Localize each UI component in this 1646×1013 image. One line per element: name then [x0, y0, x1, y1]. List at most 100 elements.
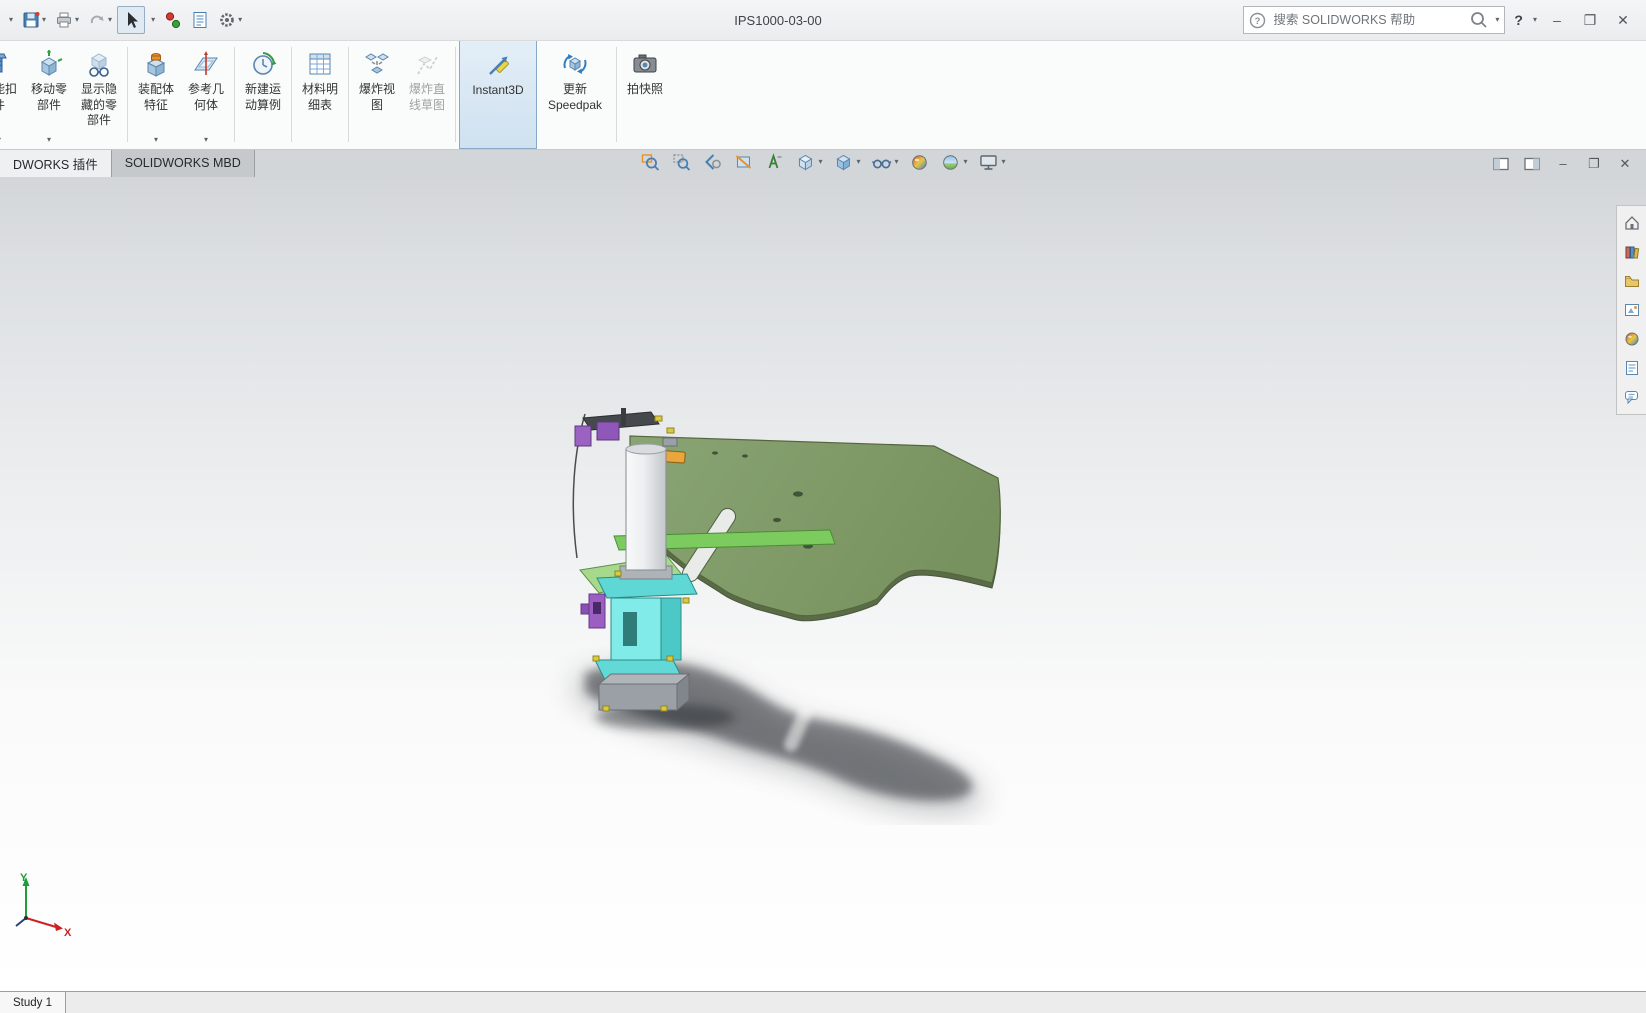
help-caret-icon[interactable]: ▾ [1533, 16, 1537, 24]
display-style-button[interactable]: ▾ [832, 151, 861, 173]
bill-of-materials-icon [306, 49, 334, 79]
ribbon-button-instant3d[interactable]: Instant3D [459, 40, 537, 149]
caret-down-icon: ▾ [151, 15, 156, 24]
taskpane-view-palette-button[interactable] [1619, 297, 1645, 323]
interference-check-button[interactable] [160, 5, 186, 35]
caret-down-icon[interactable]: ▾ [75, 16, 79, 24]
caret-down-icon[interactable]: ▾ [238, 16, 242, 24]
edit-appearance-icon [912, 155, 927, 170]
design-library-icon [1625, 246, 1639, 259]
taskpane-design-library-button[interactable] [1619, 239, 1645, 265]
apply-scene-icon [943, 155, 958, 170]
pneumatic-cylinder-part[interactable] [619, 443, 673, 580]
ribbon-button-show-hidden-components[interactable]: 显示隐藏的零部件 [74, 40, 124, 149]
close-button[interactable]: ✕ [1610, 7, 1636, 33]
annotation-views-button[interactable] [763, 151, 785, 173]
y-axis-label: Y [20, 872, 28, 884]
taskpane-appearances-button[interactable] [1619, 326, 1645, 352]
section-view-button[interactable] [732, 151, 754, 173]
ribbon-separator [348, 47, 349, 142]
help-circle-icon: ? [1250, 12, 1266, 28]
search-scope-caret-icon[interactable]: ▾ [1495, 16, 1499, 24]
help-button[interactable]: ? [1512, 12, 1525, 28]
caret-down-icon[interactable]: ▾ [0, 136, 1, 146]
ribbon-button-take-snapshot[interactable]: 拍快照 [620, 40, 670, 149]
hide-show-items-icon [871, 159, 892, 169]
options-button[interactable]: ▾ [214, 5, 245, 35]
appearances-sphere-icon [1625, 332, 1638, 346]
ribbon-button-smart-fasteners[interactable]: 智能扣件 ▾ [0, 40, 24, 149]
document-restore-button[interactable]: ❐ [1585, 152, 1603, 176]
section-view-icon [735, 155, 752, 169]
select-arrow-icon [128, 12, 139, 28]
caret-down-icon[interactable]: ▾ [47, 136, 51, 146]
restore-button[interactable]: ❐ [1577, 7, 1603, 33]
apply-scene-button[interactable]: ▾ [940, 151, 969, 173]
document-close-button[interactable]: ✕ [1616, 152, 1634, 176]
gray-base-block[interactable] [597, 672, 691, 712]
caret-down-icon[interactable]: ▾ [204, 136, 208, 146]
quick-access-toolbar: ▾ ▾ ▾ ▾ ▾ ▾ [0, 5, 245, 35]
zoom-to-area-button[interactable] [670, 151, 692, 173]
previous-view-button[interactable] [701, 151, 723, 173]
evaluate-document-button[interactable] [188, 5, 212, 35]
ribbon-button-update-speedpak[interactable]: 更新Speedpak [537, 40, 613, 149]
forum-chat-icon [1624, 391, 1638, 405]
search-box[interactable]: ? ▾ [1243, 6, 1506, 34]
print-button[interactable]: ▾ [51, 5, 82, 35]
save-button[interactable]: ▾ [18, 5, 49, 35]
print-icon [57, 12, 72, 28]
command-manager-ribbon: 智能扣件 ▾ 移动零部件 ▾ 显示隐藏的零部件 装配体特征 ▾ [0, 40, 1646, 150]
select-tool-toggle[interactable] [117, 6, 146, 34]
ribbon-separator [291, 47, 292, 142]
caret-down-icon[interactable]: ▾ [42, 16, 46, 24]
edit-appearance-button[interactable] [909, 151, 931, 173]
ribbon-separator [616, 47, 617, 142]
ribbon-button-reference-geometry[interactable]: 参考几何体 ▾ [181, 40, 231, 149]
pane-right-icon[interactable] [1523, 156, 1541, 172]
svg-text:?: ? [1255, 16, 1261, 27]
caret-down-icon[interactable]: ▾ [154, 136, 158, 146]
solidworks-window: ▾ ▾ ▾ ▾ ▾ ▾ IPS1000-03-00 ? 搜索 SOLIDWORK… [0, 0, 1646, 1013]
qat-customize-button[interactable]: ▾ [5, 5, 16, 35]
taskpane-home-button[interactable] [1619, 210, 1645, 236]
pane-left-icon[interactable] [1492, 156, 1510, 172]
move-component-icon [35, 49, 63, 79]
purple-clamp-part[interactable] [580, 593, 606, 629]
assembly-3d-model[interactable] [525, 405, 1035, 825]
show-hidden-components-icon [85, 49, 113, 79]
ribbon-button-new-motion-study[interactable]: 新建运动算例 [238, 40, 288, 149]
view-orientation-icon [798, 154, 813, 171]
undo-button[interactable]: ▾ [84, 5, 115, 35]
status-bar: Study 1 [0, 991, 1646, 1013]
caret-down-icon: ▾ [856, 157, 861, 166]
search-input[interactable] [1271, 12, 1465, 28]
caret-down-icon[interactable]: ▾ [108, 16, 112, 24]
zoom-to-fit-button[interactable] [639, 151, 661, 173]
ribbon-button-exploded-view[interactable]: 爆炸视图 [352, 40, 402, 149]
select-tool-flyout[interactable]: ▾ [147, 5, 158, 35]
taskpane-file-explorer-button[interactable] [1619, 268, 1645, 294]
tab-solidworks-addins[interactable]: DWORKS 插件 [0, 149, 112, 177]
title-bar-right: ? ▾ ? ▾ – ❐ ✕ [1243, 6, 1646, 34]
ribbon-button-assembly-features[interactable]: 装配体特征 ▾ [131, 40, 181, 149]
taskpane-custom-properties-button[interactable] [1619, 355, 1645, 381]
caret-down-icon: ▾ [818, 157, 823, 166]
ribbon-button-move-component[interactable]: 移动零部件 ▾ [24, 40, 74, 149]
view-settings-button[interactable]: ▾ [978, 151, 1007, 173]
caret-down-icon: ▾ [1001, 157, 1006, 166]
hide-show-items-button[interactable]: ▾ [870, 151, 899, 173]
motion-study-tab[interactable]: Study 1 [0, 992, 66, 1013]
document-minimize-button[interactable]: – [1554, 152, 1572, 176]
ribbon-separator [127, 47, 128, 142]
tab-solidworks-mbd[interactable]: SOLIDWORKS MBD [111, 149, 255, 177]
display-style-icon [836, 154, 851, 171]
taskpane-forum-button[interactable] [1619, 384, 1645, 410]
minimize-button[interactable]: – [1544, 7, 1570, 33]
graphics-viewport[interactable]: Y X [0, 177, 1646, 992]
search-icon[interactable] [1469, 10, 1489, 30]
view-orientation-button[interactable]: ▾ [794, 151, 823, 173]
caret-down-icon: ▾ [963, 157, 968, 166]
ribbon-button-bill-of-materials[interactable]: 材料明细表 [295, 40, 345, 149]
ribbon-button-explode-line-sketch: 爆炸直线草图 [402, 40, 452, 149]
